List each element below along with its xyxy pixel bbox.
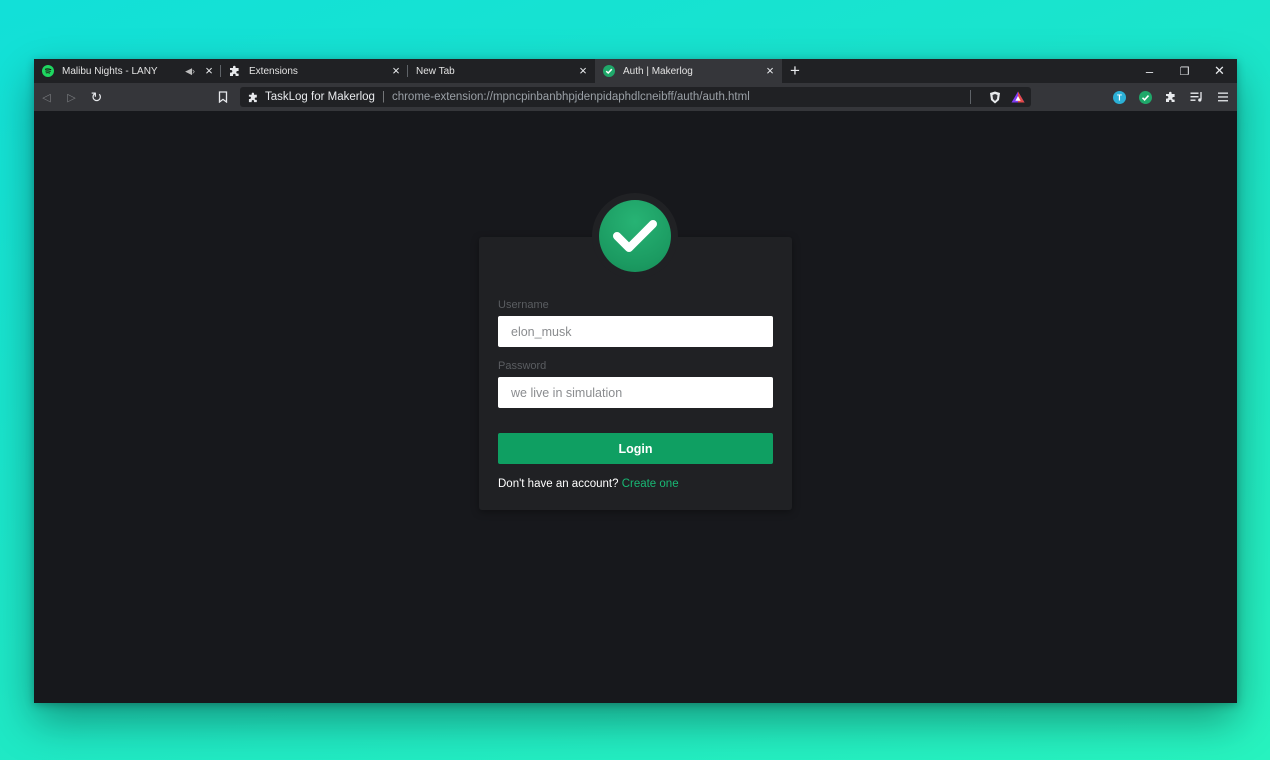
tab-title: Auth | Makerlog — [623, 65, 693, 77]
reload-icon[interactable]: ↻ — [84, 83, 109, 111]
tab-strip: Malibu Nights - LANY ◀› × Extensions × N… — [34, 59, 1237, 83]
browser-window: Malibu Nights - LANY ◀› × Extensions × N… — [34, 59, 1237, 703]
close-tab-icon[interactable]: × — [390, 64, 402, 77]
address-bar-actions — [970, 90, 1025, 104]
create-account-link[interactable]: Create one — [622, 478, 679, 490]
tab-title: New Tab — [416, 65, 455, 77]
back-icon[interactable]: ◁ — [34, 83, 59, 111]
media-controls-icon[interactable] — [1190, 91, 1204, 103]
close-window-icon[interactable]: ✕ — [1202, 63, 1237, 79]
brave-shields-icon[interactable] — [989, 91, 1001, 104]
tasklog-extension-icon[interactable] — [1139, 90, 1152, 104]
password-label: Password — [498, 360, 547, 372]
username-input[interactable]: elon_musk — [498, 316, 773, 347]
extensions-puzzle-icon[interactable] — [1165, 91, 1177, 103]
signup-prompt: Don't have an account? Create one — [498, 478, 679, 490]
password-input[interactable]: we live in simulation — [498, 377, 773, 408]
toolbar-extensions: T — [1100, 83, 1229, 111]
check-circle-icon — [603, 65, 615, 77]
close-tab-icon[interactable]: × — [577, 64, 589, 77]
tab-malibu-nights[interactable]: Malibu Nights - LANY ◀› × — [34, 59, 221, 83]
close-tab-icon[interactable]: × — [203, 64, 215, 77]
extension-name: TaskLog for Makerlog — [265, 91, 375, 103]
tab-title: Malibu Nights - LANY — [62, 65, 158, 77]
bookmark-icon[interactable] — [215, 83, 231, 111]
signup-text: Don't have an account? — [498, 478, 619, 490]
forward-icon[interactable]: ▷ — [59, 83, 84, 111]
address-bar[interactable]: TaskLog for Makerlog | chrome-extension:… — [240, 87, 1031, 107]
minimize-icon[interactable]: – — [1132, 64, 1167, 79]
extension-blue-icon[interactable]: T — [1113, 90, 1126, 104]
tab-new-tab[interactable]: New Tab × — [408, 59, 595, 83]
check-logo-icon — [599, 200, 671, 272]
svg-text:T: T — [1117, 93, 1122, 102]
audio-playing-icon[interactable]: ◀› — [185, 66, 195, 77]
tab-auth-makerlog[interactable]: Auth | Makerlog × — [595, 59, 782, 83]
tab-title: Extensions — [249, 65, 298, 77]
restore-icon[interactable]: ❐ — [1167, 65, 1202, 78]
url-text[interactable]: chrome-extension://mpncpinbanbhpjdenpida… — [392, 91, 970, 103]
username-label: Username — [498, 299, 549, 311]
menu-icon[interactable] — [1217, 91, 1229, 103]
new-tab-button[interactable]: + — [782, 59, 808, 83]
spotify-icon — [42, 65, 54, 77]
login-button[interactable]: Login — [498, 433, 773, 464]
close-tab-icon[interactable]: × — [764, 64, 776, 77]
browser-toolbar: ◁ ▷ ↻ TaskLog for Makerlog | chrome-exte… — [34, 83, 1237, 111]
window-controls: – ❐ ✕ — [1132, 59, 1237, 83]
logo-ring — [592, 193, 678, 279]
brave-rewards-icon[interactable] — [1011, 91, 1025, 103]
divider — [970, 90, 971, 104]
page-content: Username elon_musk Password we live in s… — [34, 111, 1237, 703]
puzzle-icon — [229, 65, 241, 77]
tab-extensions[interactable]: Extensions × — [221, 59, 408, 83]
extension-puzzle-icon — [248, 92, 259, 103]
url-divider: | — [381, 91, 385, 103]
